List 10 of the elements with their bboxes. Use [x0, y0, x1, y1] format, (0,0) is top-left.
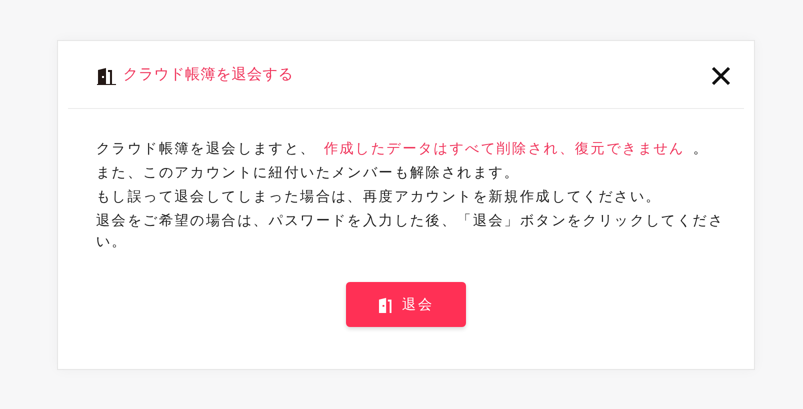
- message-text: もし誤って退会してしまった場合は、再度アカウントを新規作成してください。: [96, 188, 662, 204]
- message-text: 。: [692, 140, 709, 156]
- message-text: クラウド帳簿を退会しますと、: [96, 140, 316, 156]
- withdraw-button[interactable]: 退会: [346, 282, 466, 327]
- message-text: 退会をご希望の場合は、パスワードを入力した後、「退会」ボタンをクリックしてください。: [96, 212, 724, 249]
- message-text: また、このアカウントに紐付いたメンバーも解除されます。: [96, 164, 520, 180]
- close-icon[interactable]: [711, 66, 731, 86]
- door-icon: [97, 66, 117, 84]
- warning-text: 作成したデータはすべて削除され、復元できません: [324, 140, 685, 156]
- dialog-title: クラウド帳簿を退会する: [123, 65, 294, 86]
